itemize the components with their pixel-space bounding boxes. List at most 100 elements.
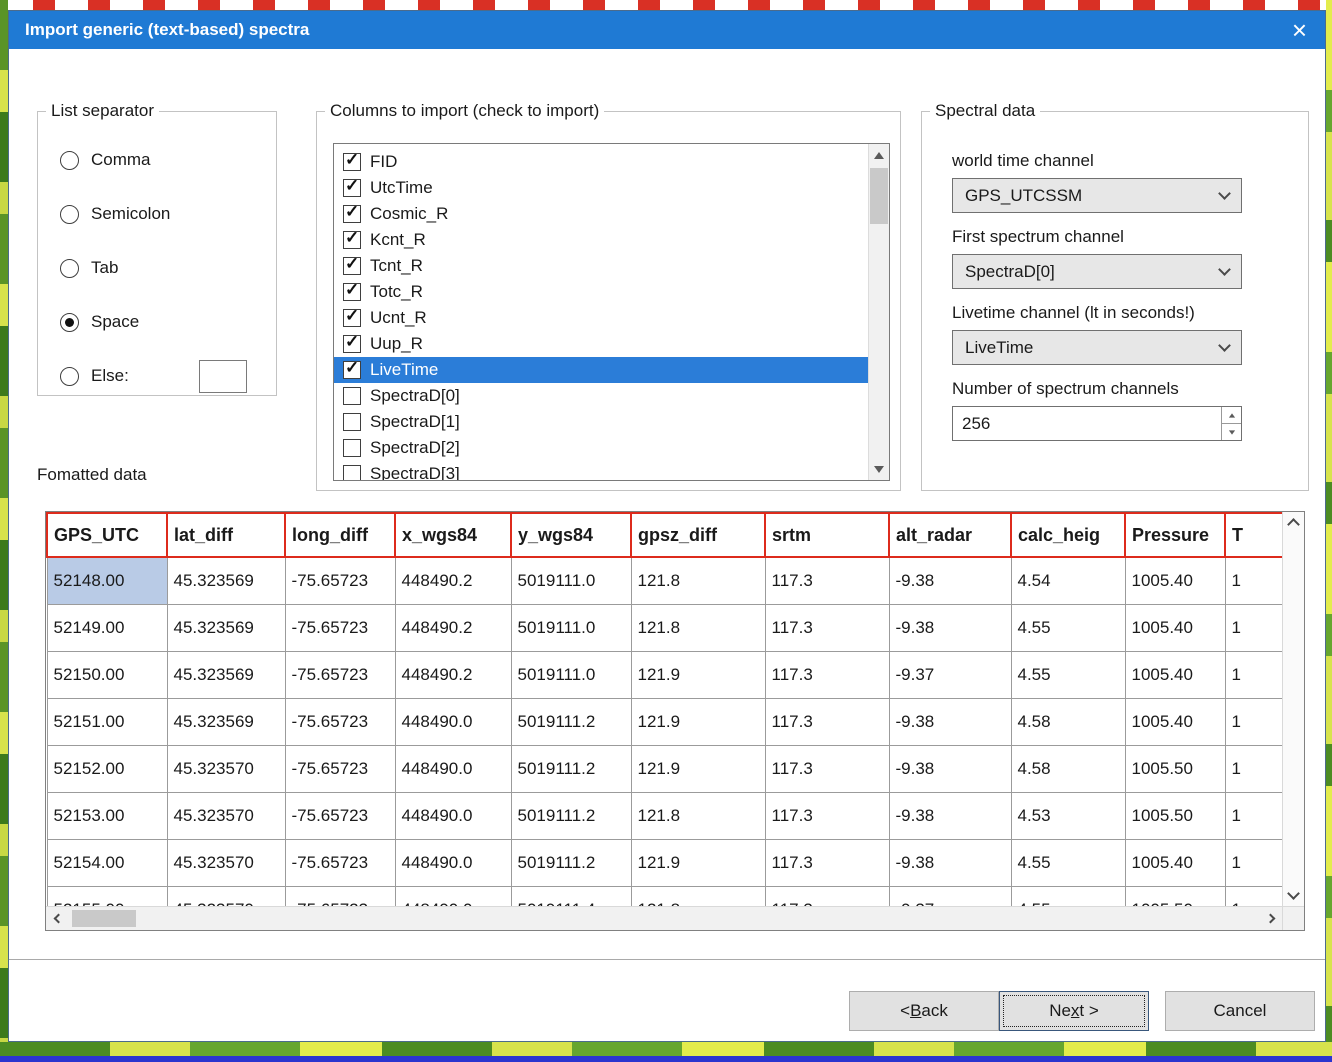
table-cell[interactable]: -9.38	[889, 745, 1011, 792]
table-cell[interactable]: 1	[1225, 839, 1282, 886]
table-cell[interactable]: 4.53	[1011, 792, 1125, 839]
table-cell[interactable]: 45.323570	[167, 745, 285, 792]
table-cell[interactable]: 52149.00	[47, 604, 167, 651]
table-horizontal-scrollbar[interactable]	[46, 906, 1282, 930]
column-checkbox-item[interactable]: SpectraD[0]	[334, 383, 868, 409]
table-cell[interactable]: 1005.40	[1125, 698, 1225, 745]
table-cell[interactable]: 45.323569	[167, 604, 285, 651]
table-header-cell[interactable]: gpsz_diff	[631, 513, 765, 557]
checkbox-icon[interactable]	[343, 283, 361, 301]
scroll-left-button[interactable]	[46, 907, 70, 930]
table-header-cell[interactable]: T	[1225, 513, 1282, 557]
table-cell[interactable]: 5019111.4	[511, 886, 631, 906]
column-checkbox-item[interactable]: SpectraD[2]	[334, 435, 868, 461]
radio-button-icon[interactable]	[60, 367, 79, 386]
listbox-scrollbar-thumb[interactable]	[870, 168, 888, 224]
else-separator-input[interactable]	[199, 360, 247, 393]
checkbox-icon[interactable]	[343, 465, 361, 480]
table-cell[interactable]: 121.9	[631, 745, 765, 792]
separator-radio-option[interactable]: Space	[38, 295, 276, 349]
horizontal-scrollbar-thumb[interactable]	[72, 910, 136, 927]
table-cell[interactable]: 448490.2	[395, 557, 511, 604]
table-header-cell[interactable]: calc_heig	[1011, 513, 1125, 557]
table-cell[interactable]: 117.3	[765, 792, 889, 839]
table-cell[interactable]: 1005.50	[1125, 886, 1225, 906]
table-cell[interactable]: 448490.2	[395, 651, 511, 698]
table-cell[interactable]: 4.55	[1011, 651, 1125, 698]
checkbox-icon[interactable]	[343, 439, 361, 457]
table-cell[interactable]: 1	[1225, 698, 1282, 745]
table-cell[interactable]: 448490.2	[395, 604, 511, 651]
checkbox-icon[interactable]	[343, 205, 361, 223]
table-cell[interactable]: 4.54	[1011, 557, 1125, 604]
radio-button-icon[interactable]	[60, 259, 79, 278]
table-cell[interactable]: -9.38	[889, 698, 1011, 745]
close-icon[interactable]: ×	[1290, 17, 1309, 43]
table-cell[interactable]: 121.8	[631, 886, 765, 906]
table-cell[interactable]: 1	[1225, 745, 1282, 792]
table-cell[interactable]: 45.323570	[167, 886, 285, 906]
table-cell[interactable]: 5019111.2	[511, 792, 631, 839]
checkbox-icon[interactable]	[343, 153, 361, 171]
table-cell[interactable]: 117.3	[765, 651, 889, 698]
checkbox-icon[interactable]	[343, 413, 361, 431]
listbox-vertical-scrollbar[interactable]	[868, 144, 889, 480]
table-cell[interactable]: -75.65723	[285, 792, 395, 839]
table-cell[interactable]: 45.323570	[167, 839, 285, 886]
checkbox-icon[interactable]	[343, 231, 361, 249]
table-header-cell[interactable]: lat_diff	[167, 513, 285, 557]
checkbox-icon[interactable]	[343, 387, 361, 405]
table-cell[interactable]: 4.58	[1011, 745, 1125, 792]
table-header-cell[interactable]: srtm	[765, 513, 889, 557]
table-cell[interactable]: 45.323569	[167, 698, 285, 745]
table-cell[interactable]: -9.37	[889, 651, 1011, 698]
table-cell[interactable]: 52150.00	[47, 651, 167, 698]
table-cell[interactable]: -9.37	[889, 886, 1011, 906]
table-cell[interactable]: 45.323570	[167, 792, 285, 839]
separator-radio-option[interactable]: Comma	[38, 133, 276, 187]
next-button[interactable]: Next >	[999, 991, 1149, 1031]
table-cell[interactable]: 117.3	[765, 698, 889, 745]
column-checkbox-item[interactable]: Ucnt_R	[334, 305, 868, 331]
table-cell[interactable]: 4.58	[1011, 698, 1125, 745]
column-checkbox-item[interactable]: UtcTime	[334, 175, 868, 201]
separator-radio-option[interactable]: Tab	[38, 241, 276, 295]
table-cell[interactable]: 117.3	[765, 557, 889, 604]
table-cell[interactable]: -75.65723	[285, 839, 395, 886]
checkbox-icon[interactable]	[343, 257, 361, 275]
table-cell[interactable]: -9.38	[889, 604, 1011, 651]
table-cell[interactable]: 1	[1225, 792, 1282, 839]
spinner-up-button[interactable]	[1222, 407, 1241, 424]
checkbox-icon[interactable]	[343, 361, 361, 379]
table-cell[interactable]: 1005.50	[1125, 792, 1225, 839]
table-header-cell[interactable]: long_diff	[285, 513, 395, 557]
cancel-button[interactable]: Cancel	[1165, 991, 1315, 1031]
column-checkbox-item[interactable]: Totc_R	[334, 279, 868, 305]
scroll-right-button[interactable]	[1258, 907, 1282, 930]
table-cell[interactable]: 1005.50	[1125, 745, 1225, 792]
column-checkbox-item[interactable]: FID	[334, 149, 868, 175]
table-cell[interactable]: 117.3	[765, 839, 889, 886]
table-cell[interactable]: 4.55	[1011, 604, 1125, 651]
radio-button-icon[interactable]	[60, 313, 79, 332]
table-cell[interactable]: -75.65723	[285, 886, 395, 906]
table-cell[interactable]: 52152.00	[47, 745, 167, 792]
table-cell[interactable]: -75.65723	[285, 745, 395, 792]
table-cell[interactable]: 448490.0	[395, 698, 511, 745]
table-cell[interactable]: 5019111.2	[511, 745, 631, 792]
table-cell[interactable]: 448490.0	[395, 745, 511, 792]
listbox-scroll-down-button[interactable]	[869, 458, 889, 480]
table-header-cell[interactable]: y_wgs84	[511, 513, 631, 557]
separator-radio-option[interactable]: Else:	[38, 349, 276, 403]
table-cell[interactable]: -9.38	[889, 839, 1011, 886]
table-cell[interactable]: -75.65723	[285, 557, 395, 604]
table-cell[interactable]: 117.3	[765, 745, 889, 792]
table-cell[interactable]: 121.9	[631, 698, 765, 745]
column-checkbox-item[interactable]: SpectraD[3]	[334, 461, 868, 480]
columns-listbox[interactable]: FID UtcTime Cosmic_R Kcnt_R Tcnt	[333, 143, 890, 481]
table-cell[interactable]: 448490.0	[395, 792, 511, 839]
column-checkbox-item[interactable]: LiveTime	[334, 357, 868, 383]
spectrum-channels-spinner[interactable]: 256	[952, 406, 1242, 441]
listbox-scroll-up-button[interactable]	[869, 144, 889, 166]
table-cell[interactable]: 121.8	[631, 792, 765, 839]
